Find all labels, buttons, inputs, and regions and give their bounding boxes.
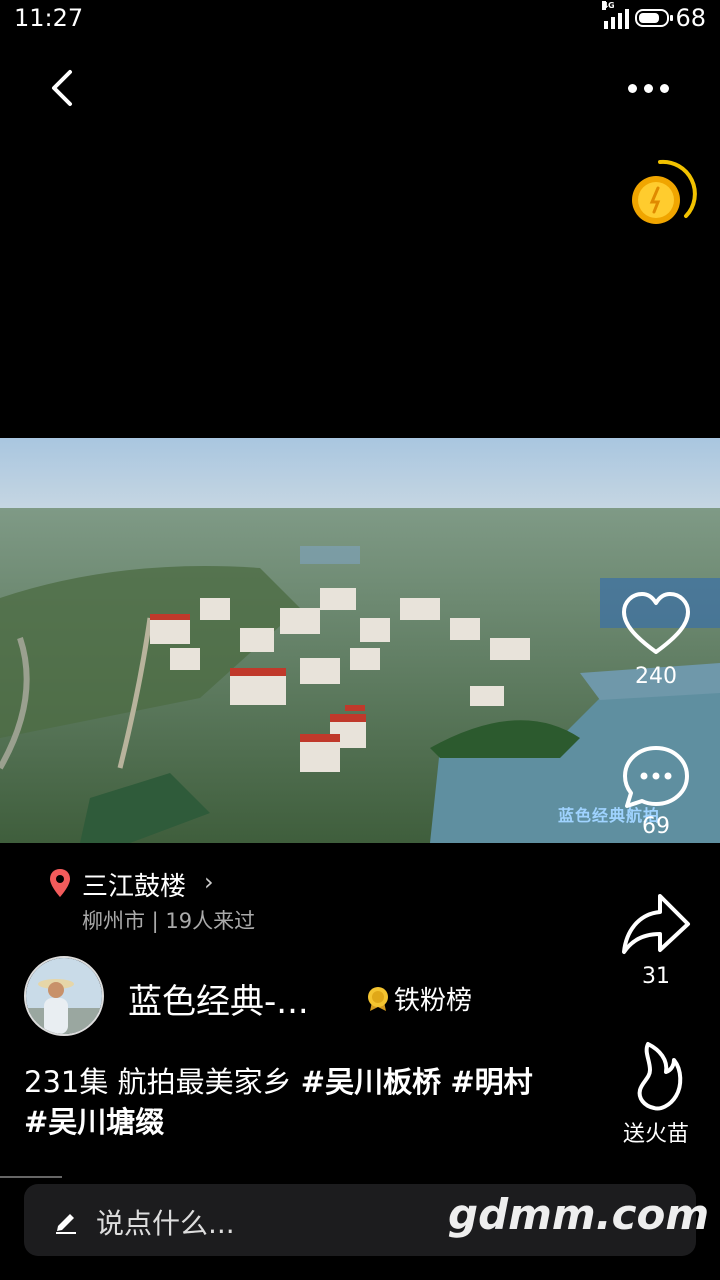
back-button[interactable] [44, 64, 84, 112]
author-name[interactable]: 蓝色经典-... [128, 974, 309, 1023]
battery-level: 68 [675, 4, 706, 32]
like-count: 240 [635, 664, 677, 689]
hashtag-link[interactable]: #明村 [450, 1065, 532, 1099]
more-dot [644, 83, 653, 93]
location-subtitle: 柳州市 | 19人来过 [82, 909, 256, 933]
video-progress-bar[interactable] [0, 1176, 62, 1178]
chevron-left-icon [52, 70, 72, 106]
send-flame-label: 送火苗 [622, 1122, 689, 1147]
hashtag-link[interactable]: #吴川板桥 [301, 1065, 441, 1099]
more-dot [628, 83, 637, 93]
location-pin-icon [50, 869, 70, 897]
fan-rank-button[interactable]: 铁粉榜 [366, 980, 472, 1017]
battery-icon [635, 9, 674, 27]
author-avatar[interactable] [24, 956, 104, 1036]
caption-text: 231集 航拍最美家乡 [24, 1065, 301, 1099]
comment-button[interactable]: 69 [606, 744, 706, 839]
share-button[interactable]: 31 [606, 890, 706, 989]
share-arrow-icon [622, 894, 690, 954]
medal-icon [368, 986, 388, 1011]
coin-icon [632, 159, 697, 224]
status-icons: 4G 68 [602, 1, 706, 32]
signal-icon: 4G [602, 1, 630, 29]
avatar-image [26, 958, 102, 1034]
send-flame-button[interactable]: 送火苗 [606, 1040, 706, 1148]
status-time: 11:27 [14, 4, 84, 32]
location-name[interactable]: 三江鼓楼 [82, 866, 186, 903]
chevron-right-icon[interactable]: › [204, 868, 214, 896]
comment-input-placeholder[interactable]: 说点什么... [96, 1202, 235, 1242]
share-count: 31 [642, 964, 670, 989]
hashtag-link[interactable]: #吴川塘缀 [24, 1105, 164, 1139]
heart-icon [622, 592, 690, 654]
video-caption: 231集 航拍最美家乡 #吴川板桥 #明村 #吴川塘缀 [24, 1062, 584, 1142]
comment-count: 69 [642, 814, 670, 839]
comment-bubble-icon [623, 746, 689, 808]
coin-reward-button[interactable] [620, 158, 700, 228]
fan-rank-label: 铁粉榜 [394, 986, 473, 1016]
more-button[interactable] [628, 72, 684, 104]
like-button[interactable]: 240 [606, 590, 706, 689]
more-dot [660, 83, 669, 93]
flame-icon [637, 1042, 683, 1111]
site-watermark: gdmm.com [448, 1190, 710, 1239]
pencil-icon [56, 1214, 76, 1234]
